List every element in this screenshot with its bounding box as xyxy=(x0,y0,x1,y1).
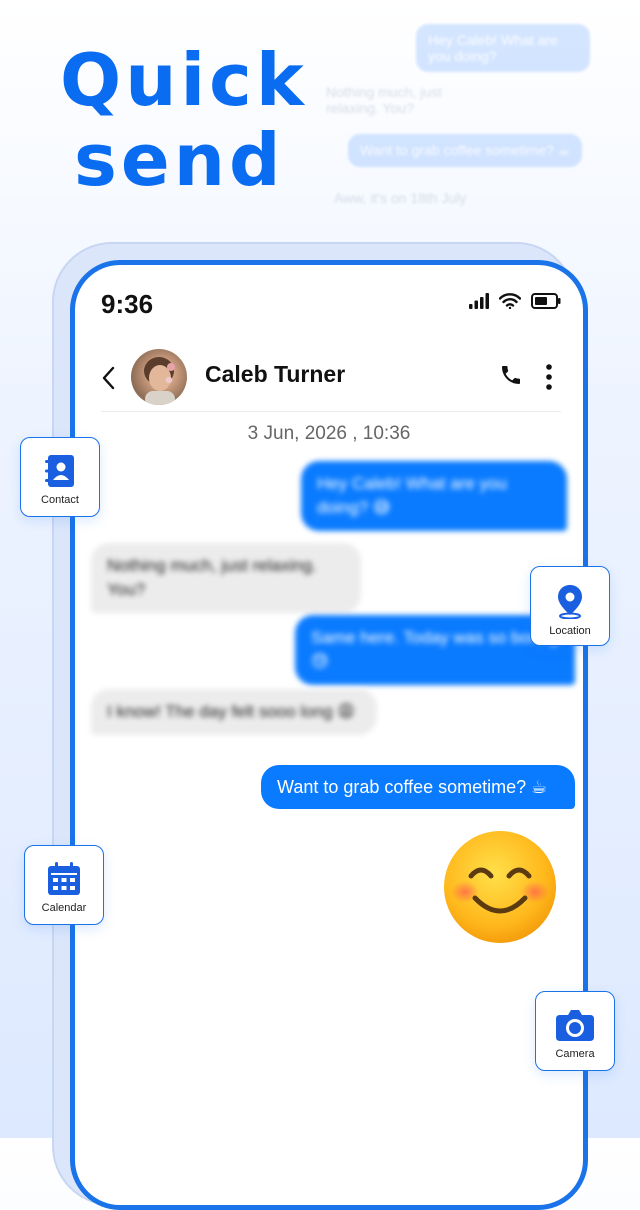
calendar-card-label: Calendar xyxy=(41,902,87,914)
status-icons xyxy=(469,293,561,309)
contact-card[interactable]: Contact xyxy=(20,437,100,517)
back-icon[interactable] xyxy=(97,363,121,393)
chat-date: 3 Jun, 2026 , 10:36 xyxy=(247,423,411,444)
avatar-portrait xyxy=(144,357,175,405)
camera-card-label: Camera xyxy=(555,1048,595,1060)
location-card-label: Location xyxy=(549,625,591,637)
header-divider xyxy=(101,411,561,412)
calendar-card[interactable]: Calendar xyxy=(24,845,104,925)
camera-icon xyxy=(556,1010,594,1041)
bg-bubble-3: Want to grab coffee sometime? ☕ xyxy=(348,134,583,167)
camera-card[interactable]: Camera xyxy=(535,991,615,1071)
bg-bubble-2: Nothing much, just relaxing. You? xyxy=(326,84,442,116)
avatar[interactable] xyxy=(131,349,187,405)
location-card[interactable]: Location xyxy=(530,566,610,646)
chat-header: Caleb Turner xyxy=(75,347,583,413)
bg-bubble-1: Hey Caleb! What are you doing? xyxy=(416,24,590,72)
smiling-face-emoji xyxy=(444,831,556,943)
contact-name[interactable]: Caleb Turner xyxy=(205,361,345,388)
message-received: I know! The day felt sooo long 😩 xyxy=(91,689,377,735)
status-time: 9:36 xyxy=(101,289,154,319)
wifi-icon xyxy=(499,293,521,309)
contact-card-label: Contact xyxy=(41,494,79,506)
phone-frame: 9:36 Caleb Turner 3 Jun, 2026 , 10:36 He… xyxy=(70,260,588,1210)
calendar-icon xyxy=(48,862,80,895)
message-sent-latest: Want to grab coffee sometime? ☕ xyxy=(261,765,575,809)
message-sent: Hey Caleb! What are you doing? 😅 xyxy=(301,461,567,531)
message-received: Nothing much, just relaxing. You? xyxy=(91,543,361,613)
phone-call-icon[interactable] xyxy=(499,363,523,387)
battery-icon xyxy=(531,293,561,309)
contact-book-icon xyxy=(45,455,74,487)
bg-bubble-4: Aww, it's on 18th July xyxy=(334,190,467,206)
background-chat: Hey Caleb! What are you doing? Nothing m… xyxy=(0,0,640,240)
location-pin-icon xyxy=(558,585,582,619)
signal-icon xyxy=(469,293,489,309)
more-options-icon[interactable] xyxy=(541,363,557,391)
